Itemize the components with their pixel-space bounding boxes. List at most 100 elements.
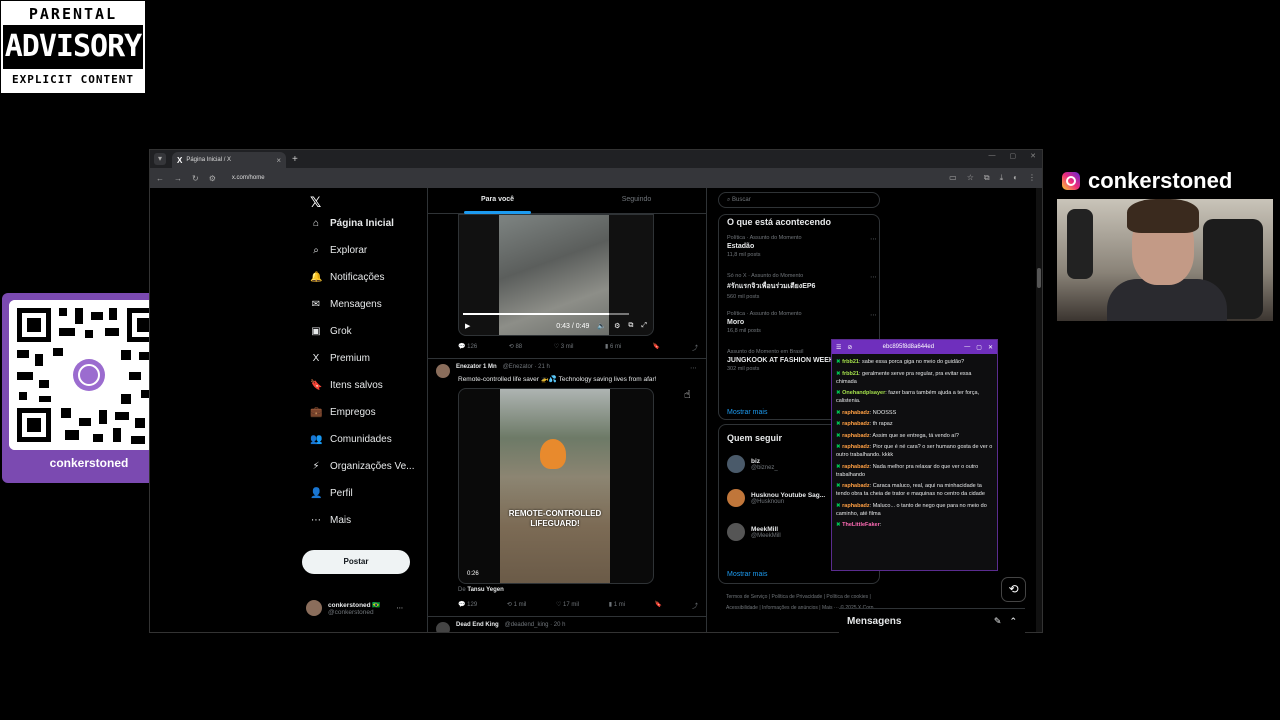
trend-item[interactable]: Só no X · Assunto do Momento #รักแรกจิวเพ… [727,273,877,300]
trend-item[interactable]: Política · Assunto do Momento Moro 16,8 mi… [727,311,877,334]
more-icon[interactable]: ⋯ [690,364,697,372]
profile-icon[interactable]: ◐ [1013,173,1018,183]
download-icon[interactable]: ⤓ [1000,173,1004,183]
avatar[interactable] [727,489,745,507]
maximize-button[interactable]: ▢ [976,344,982,351]
nav-item-p-gina-inicial[interactable]: ⌂ Página Inicial [310,218,394,229]
like-button[interactable]: ♡ 3 mil [554,343,574,352]
trend-item[interactable]: Política · Assunto do Momento Estadão 11,8… [727,235,877,258]
more-icon[interactable]: ⋯ [870,273,877,281]
follow-suggestion[interactable]: MeekMill @MeekMill [727,523,781,541]
fullscreen-icon[interactable]: ⤢ [641,322,647,330]
trend-name: Estadão [727,243,755,250]
maximize-button[interactable]: ▢ [1010,152,1017,160]
page-scrollbar[interactable] [1036,188,1042,632]
tab-following[interactable]: Seguindo [567,188,706,213]
new-tab-button[interactable]: + [292,154,298,165]
repost-button[interactable]: ⟲ 88 [509,343,522,352]
forward-button[interactable]: → [174,174,182,183]
like-button[interactable]: ♡ 17 mil [556,601,579,610]
repost-button[interactable]: ⟲ 1 mil [507,601,526,610]
chat-username[interactable]: raphabadz [842,421,870,427]
bookmark-star-icon[interactable]: ☆ [967,173,974,183]
more-icon[interactable]: ⋯ [870,235,877,243]
nav-item-perfil[interactable]: 👤 Perfil [310,488,353,499]
avatar[interactable] [436,622,450,632]
extensions-icon[interactable]: ⧉ [984,173,990,183]
browser-tab[interactable]: X Página Inicial / X × [172,152,286,168]
chat-username[interactable]: frbb21 [842,371,859,377]
chat-username[interactable]: frbb21 [842,359,859,365]
nav-item-mais[interactable]: ⋯ Mais [310,515,351,526]
nav-icon: 👤 [310,488,323,499]
nav-item-notifica-es[interactable]: 🔔 Notificações [310,272,384,283]
chat-username[interactable]: TheLittleFaker [842,522,880,528]
views-button[interactable]: ▮ 6 mi [605,343,621,352]
nav-item-grok[interactable]: ▣ Grok [310,326,351,337]
hamburger-icon[interactable]: ☰ [836,344,841,351]
site-info-icon[interactable]: ⚙ [209,174,216,183]
compose-message-icon[interactable]: ✎ [994,616,1002,627]
search-input[interactable]: ⌕ Buscar [718,192,880,208]
back-button[interactable]: ← [156,174,164,183]
chat-username[interactable]: raphabadz [842,464,870,470]
x-logo-icon[interactable]: 𝕏 [310,194,321,211]
reply-button[interactable]: 💬 126 [458,343,477,352]
nav-label: Página Inicial [330,218,394,229]
minimize-button[interactable]: — [989,152,996,160]
close-icon[interactable]: ✕ [988,344,993,351]
pip-icon[interactable]: ⧉ [628,322,633,330]
volume-icon[interactable]: 🔈 [597,322,606,330]
play-icon[interactable]: ▶ [465,322,470,330]
reply-button[interactable]: 💬 129 [458,601,477,610]
bookmark-icon[interactable]: 🔖 [653,343,660,352]
nav-item-explorar[interactable]: ⌕ Explorar [310,245,367,256]
url-field[interactable]: x.com/home [232,175,265,181]
show-more-trends[interactable]: Mostrar mais [727,409,767,416]
video-progress-bar[interactable] [463,313,629,315]
minimize-button[interactable]: — [964,344,970,350]
chevron-up-icon[interactable]: ⌃ [1009,616,1017,627]
chat-username[interactable]: Onehandplsayer [842,390,885,396]
messages-drawer[interactable]: Mensagens ✎ ⌃ [839,608,1025,634]
share-icon[interactable]: ⤴ [692,601,698,610]
reload-button[interactable]: ↻ [192,174,199,183]
show-more-follow[interactable]: Mostrar mais [727,571,767,578]
chat-username[interactable]: raphabadz [842,444,870,450]
video-player[interactable]: ▶ 0:43 / 0:49 🔈 ⚙ ⧉ ⤢ [458,214,654,336]
nav-icon: 👥 [310,434,323,445]
chat-username[interactable]: raphabadz [842,433,870,439]
account-profile[interactable]: conkerstoned 🇧🇷 @conkerstoned ⋯ [306,600,403,616]
tab-for-you[interactable]: Para você [428,188,567,214]
post-button[interactable]: Postar [302,550,410,574]
views-button[interactable]: ▮ 1 mi [609,601,625,610]
share-icon[interactable]: ⤴ [692,343,698,352]
avatar[interactable] [727,455,745,473]
follow-suggestion[interactable]: Husknou Youtube Sag... @Husknoun [727,489,825,507]
settings-icon[interactable]: ⚙ [614,322,620,330]
grok-button[interactable]: ⟲ [1001,577,1026,602]
more-icon[interactable]: ⋯ [397,604,404,612]
nav-item-organiza-es-ve-[interactable]: ⚡ Organizações Ve... [310,461,414,472]
tab-search-button[interactable]: ▾ [154,153,166,165]
nav-item-itens-salvos[interactable]: 🔖 Itens salvos [310,380,383,391]
video-player[interactable]: REMOTE-CONTROLLED LIFEGUARD! 0:26 [458,388,654,584]
close-window-button[interactable]: ✕ [1030,152,1036,160]
follow-suggestion[interactable]: biz @biznez_ [727,455,778,473]
source-user[interactable]: Tansu Yegen [467,587,503,593]
avatar[interactable] [436,364,450,378]
avatar[interactable] [727,523,745,541]
nav-item-empregos[interactable]: 💼 Empregos [310,407,376,418]
nav-item-premium[interactable]: X Premium [310,353,370,364]
chat-username[interactable]: raphabadz [842,483,870,489]
chat-username[interactable]: raphabadz [842,410,870,416]
tweet-author[interactable]: Dead End King [456,622,499,632]
bookmark-icon[interactable]: 🔖 [655,601,662,610]
menu-icon[interactable]: ⋮ [1028,173,1036,183]
more-icon[interactable]: ⋯ [870,311,877,319]
nav-item-comunidades[interactable]: 👥 Comunidades [310,434,392,445]
cast-icon[interactable]: ▭ [949,173,957,183]
tab-close-icon[interactable]: × [276,156,281,165]
nav-item-mensagens[interactable]: ✉ Mensagens [310,299,382,310]
chat-username[interactable]: raphabadz [842,503,870,509]
